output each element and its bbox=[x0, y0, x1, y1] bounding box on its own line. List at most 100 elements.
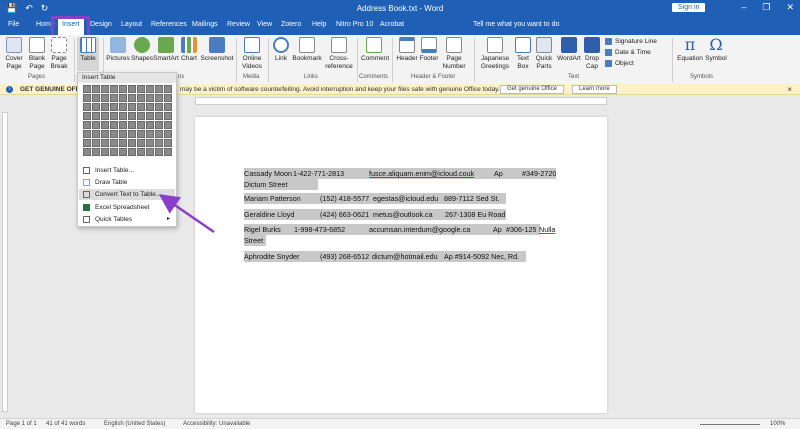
table-grid-cell[interactable] bbox=[128, 121, 136, 129]
tab-mailings[interactable]: Mailings bbox=[192, 21, 218, 28]
table-grid-cell[interactable] bbox=[155, 94, 163, 102]
tab-file[interactable]: File bbox=[8, 21, 19, 28]
cross-reference-button[interactable]: Cross-reference bbox=[324, 37, 354, 71]
table-grid-cell[interactable] bbox=[137, 112, 145, 120]
table-grid-cell[interactable] bbox=[92, 121, 100, 129]
table-grid-cell[interactable] bbox=[137, 103, 145, 111]
table-grid-cell[interactable] bbox=[164, 130, 172, 138]
tab-review[interactable]: Review bbox=[227, 21, 250, 28]
table-grid-cell[interactable] bbox=[83, 94, 91, 102]
table-grid-cell[interactable] bbox=[164, 85, 172, 93]
draw-table-menu-item[interactable]: Draw Table bbox=[79, 177, 175, 188]
minimize-icon[interactable]: – bbox=[741, 2, 746, 13]
table-grid-cell[interactable] bbox=[146, 130, 154, 138]
blank-page-button[interactable]: Blank Page bbox=[27, 37, 47, 71]
table-grid-cell[interactable] bbox=[155, 121, 163, 129]
table-grid-cell[interactable] bbox=[119, 112, 127, 120]
tab-help[interactable]: Help bbox=[312, 21, 326, 28]
accessibility-indicator[interactable]: Accessibility: Unavailable bbox=[183, 421, 250, 427]
table-grid-cell[interactable] bbox=[101, 121, 109, 129]
vertical-ruler[interactable] bbox=[2, 112, 8, 412]
text-box-button[interactable]: Text Box bbox=[514, 37, 532, 71]
table-grid-cell[interactable] bbox=[110, 139, 118, 147]
table-grid-cell[interactable] bbox=[110, 103, 118, 111]
excel-spreadsheet-menu-item[interactable]: Excel Spreadsheet bbox=[79, 202, 175, 213]
wordart-button[interactable]: WordArt bbox=[556, 37, 582, 63]
table-row[interactable]: Cassady Moon 1-422-771-2813 fusce.aliqua… bbox=[244, 169, 564, 179]
equation-button[interactable]: π Equation bbox=[676, 37, 704, 63]
table-grid-cell[interactable] bbox=[164, 121, 172, 129]
japanese-greetings-button[interactable]: Japanese Greetings bbox=[478, 37, 512, 71]
table-grid-cell[interactable] bbox=[146, 121, 154, 129]
restore-icon[interactable]: ❐ bbox=[762, 2, 770, 13]
chart-button[interactable]: Chart bbox=[180, 37, 198, 63]
screenshot-button[interactable]: Screenshot bbox=[200, 37, 234, 63]
online-videos-button[interactable]: Online Videos bbox=[240, 37, 264, 71]
table-grid-cell[interactable] bbox=[83, 139, 91, 147]
table-grid-cell[interactable] bbox=[119, 85, 127, 93]
horizontal-ruler[interactable] bbox=[195, 97, 607, 105]
table-grid-cell[interactable] bbox=[146, 139, 154, 147]
table-row[interactable]: Rigel Burks 1-998-473-6852 accumsan.inte… bbox=[244, 225, 555, 235]
table-grid-cell[interactable] bbox=[92, 139, 100, 147]
learn-more-button[interactable]: Learn more bbox=[572, 85, 617, 94]
table-row[interactable]: Aphrodite Snyder (493) 268-6512 dictum@h… bbox=[244, 252, 534, 262]
tab-acrobat[interactable]: Acrobat bbox=[380, 21, 404, 28]
page-break-button[interactable]: Page Break bbox=[49, 37, 69, 71]
table-grid-cell[interactable] bbox=[110, 148, 118, 156]
table-grid-cell[interactable] bbox=[155, 148, 163, 156]
table-grid-cell[interactable] bbox=[110, 121, 118, 129]
get-genuine-office-button[interactable]: Get genuine Office bbox=[500, 85, 564, 94]
table-grid-cell[interactable] bbox=[146, 112, 154, 120]
link-button[interactable]: Link bbox=[272, 37, 290, 63]
shapes-button[interactable]: Shapes bbox=[131, 37, 153, 63]
convert-text-to-table-menu-item[interactable]: Convert Text to Table... bbox=[79, 189, 175, 200]
table-grid-cell[interactable] bbox=[110, 85, 118, 93]
table-grid-cell[interactable] bbox=[164, 94, 172, 102]
quick-tables-menu-item[interactable]: Quick Tables ▸ bbox=[79, 214, 175, 225]
table-grid-cell[interactable] bbox=[101, 112, 109, 120]
table-grid-cell[interactable] bbox=[119, 148, 127, 156]
table-grid-cell[interactable] bbox=[155, 103, 163, 111]
tab-references[interactable]: References bbox=[151, 21, 187, 28]
tab-layout[interactable]: Layout bbox=[121, 21, 142, 28]
table-grid-cell[interactable] bbox=[101, 130, 109, 138]
table-grid-cell[interactable] bbox=[146, 85, 154, 93]
table-grid-cell[interactable] bbox=[164, 103, 172, 111]
table-grid-cell[interactable] bbox=[128, 112, 136, 120]
close-icon[interactable]: × bbox=[787, 85, 792, 94]
table-grid-cell[interactable] bbox=[146, 103, 154, 111]
table-grid-cell[interactable] bbox=[92, 103, 100, 111]
table-grid-cell[interactable] bbox=[155, 112, 163, 120]
page-number-button[interactable]: Page Number bbox=[440, 37, 468, 71]
table-grid-cell[interactable] bbox=[83, 112, 91, 120]
table-grid-cell[interactable] bbox=[146, 148, 154, 156]
table-grid-cell[interactable] bbox=[92, 130, 100, 138]
table-row[interactable]: Mariam Patterson (152) 418-5577 egestas@… bbox=[244, 194, 514, 204]
zoom-level[interactable]: 100% bbox=[770, 421, 785, 427]
comment-button[interactable]: Comment bbox=[361, 37, 389, 63]
header-button[interactable]: Header bbox=[396, 37, 418, 63]
insert-table-menu-item[interactable]: Insert Table... bbox=[79, 165, 175, 176]
table-grid-cell[interactable] bbox=[101, 148, 109, 156]
table-size-grid[interactable] bbox=[83, 85, 172, 156]
table-row-wrap[interactable]: Dictum Street bbox=[244, 180, 324, 190]
table-button[interactable]: Table bbox=[77, 37, 99, 71]
table-grid-cell[interactable] bbox=[110, 94, 118, 102]
table-grid-cell[interactable] bbox=[137, 130, 145, 138]
table-grid-cell[interactable] bbox=[101, 85, 109, 93]
table-grid-cell[interactable] bbox=[119, 121, 127, 129]
signature-line-button[interactable]: Signature Line bbox=[605, 38, 657, 45]
table-grid-cell[interactable] bbox=[164, 139, 172, 147]
table-grid-cell[interactable] bbox=[119, 94, 127, 102]
table-grid-cell[interactable] bbox=[137, 85, 145, 93]
table-grid-cell[interactable] bbox=[137, 94, 145, 102]
object-button[interactable]: Object bbox=[605, 60, 634, 67]
tab-design[interactable]: Design bbox=[90, 21, 112, 28]
footer-button[interactable]: Footer bbox=[419, 37, 439, 63]
tab-zotero[interactable]: Zotero bbox=[281, 21, 301, 28]
table-grid-cell[interactable] bbox=[119, 130, 127, 138]
table-grid-cell[interactable] bbox=[119, 139, 127, 147]
table-grid-cell[interactable] bbox=[92, 85, 100, 93]
table-grid-cell[interactable] bbox=[83, 103, 91, 111]
